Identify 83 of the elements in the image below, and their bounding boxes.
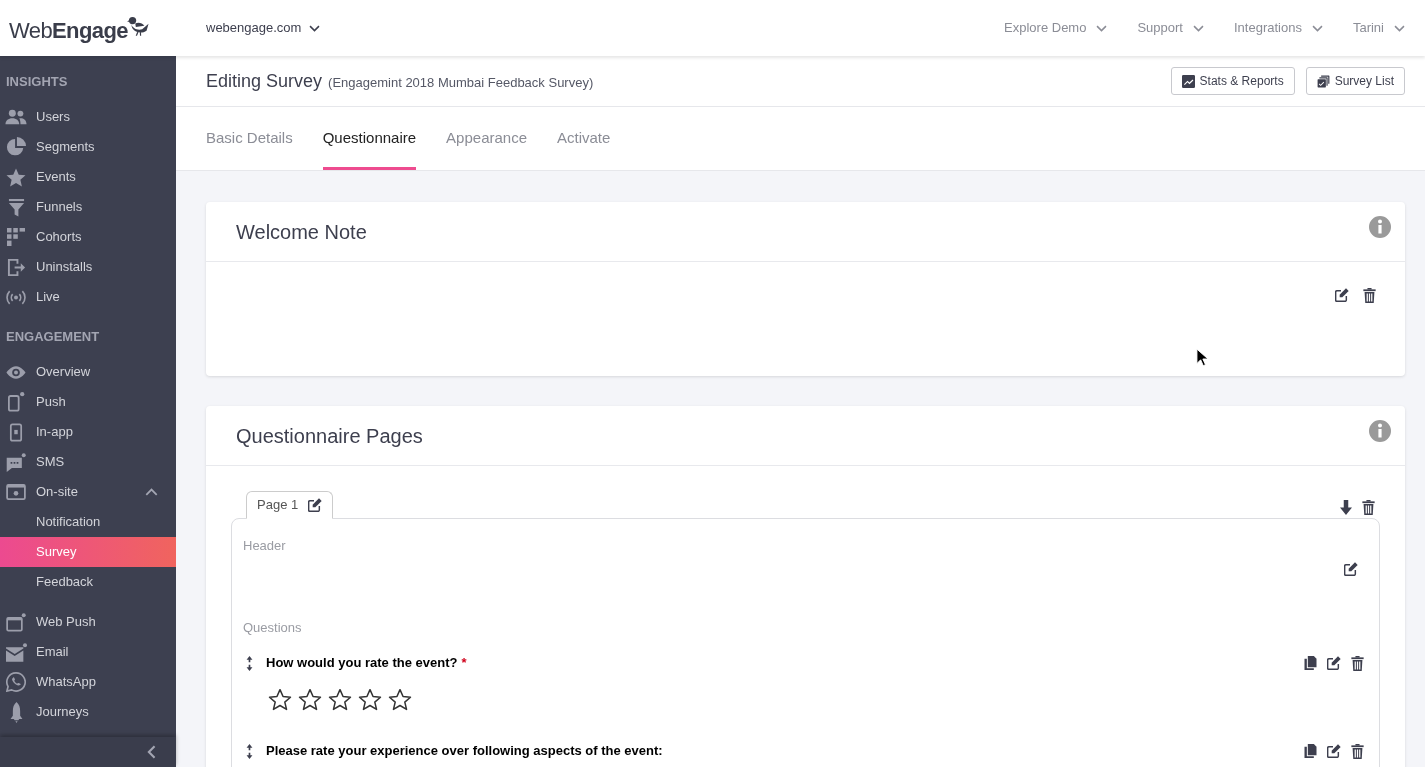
page-title: Editing Survey [206, 69, 323, 93]
chevron-down-icon [309, 24, 321, 32]
sidebar-item[interactable]: Segments [0, 132, 176, 162]
users-icon [5, 109, 27, 125]
star-icon[interactable] [298, 688, 322, 711]
section-label: Header [243, 538, 287, 554]
envelope-icon [5, 642, 27, 662]
star-icon[interactable] [268, 688, 292, 711]
door-arrow-icon [6, 257, 26, 277]
survey-name: (Engagemint 2018 Mumbai Feedback Survey) [328, 73, 594, 92]
step-tab[interactable]: Questionnaire [322, 107, 417, 170]
rocket-icon [9, 701, 23, 723]
funnel-icon [7, 197, 25, 217]
sidebar-item[interactable]: Uninstalls [0, 252, 176, 282]
sidebar-item[interactable]: SMS [0, 447, 176, 477]
card-title: Welcome Note [236, 219, 367, 245]
drag-handle-icon[interactable] [246, 655, 253, 671]
collapse-chevron-icon[interactable] [147, 745, 156, 759]
delete-icon[interactable] [1351, 743, 1364, 759]
browser-window-icon [6, 612, 26, 632]
star-icon[interactable] [388, 688, 412, 711]
delete-icon[interactable] [1363, 288, 1376, 303]
question-text: How would you rate the event? [266, 655, 458, 671]
sidebar-item[interactable]: Push [0, 387, 176, 417]
sidebar-item[interactable]: Events [0, 162, 176, 192]
edit-icon[interactable] [308, 498, 323, 512]
delete-icon[interactable] [1351, 655, 1364, 671]
broadcast-icon [6, 289, 26, 305]
sidebar-item[interactable]: Live [0, 282, 176, 312]
account-dropdown[interactable]: webengage.com [206, 18, 321, 38]
card-title: Questionnaire Pages [236, 423, 423, 449]
sidebar-item[interactable]: Users [0, 102, 176, 132]
pie-chart-icon [6, 137, 26, 157]
edit-icon[interactable] [1327, 655, 1341, 670]
question-text: Please rate your experience over following aspects of the event: [266, 743, 663, 759]
edit-icon[interactable] [1327, 743, 1341, 758]
chevron-down-icon [1311, 24, 1323, 32]
star-rating[interactable] [268, 688, 412, 711]
header-button[interactable]: Stats & Reports [1170, 67, 1295, 95]
window-icon [6, 484, 26, 500]
down-arrow-icon[interactable] [1340, 500, 1352, 515]
chevron-down-icon [1394, 24, 1405, 32]
drag-handle-icon[interactable] [246, 743, 253, 759]
chat-bubble-icon [6, 452, 26, 472]
star-icon[interactable] [328, 688, 352, 711]
sidebar-item[interactable]: Journeys [0, 697, 176, 727]
info-icon[interactable] [1369, 420, 1391, 442]
page-tab[interactable]: Page 1 [246, 491, 334, 519]
chart-icon [1181, 74, 1195, 88]
chevron-down-icon [1096, 24, 1108, 32]
sidebar-item[interactable]: Funnels [0, 192, 176, 222]
bird-icon [126, 16, 149, 36]
phone-icon [7, 392, 25, 412]
star-icon[interactable] [358, 688, 382, 711]
grid-icon [7, 228, 25, 246]
sidebar-item[interactable]: Overview [0, 357, 176, 387]
eye-icon [6, 365, 26, 379]
section-label: Questions [243, 620, 303, 636]
edit-icon[interactable] [1335, 288, 1349, 302]
header-button[interactable]: Survey List [1305, 67, 1405, 95]
chat-phone-icon [6, 672, 26, 692]
phone-icon [9, 422, 23, 442]
edit-icon[interactable] [1344, 562, 1358, 576]
copy-icon[interactable] [1304, 655, 1317, 670]
copy-icon[interactable] [1304, 743, 1317, 758]
chevron-down-icon [1193, 24, 1204, 32]
sidebar-item[interactable]: Cohorts [0, 222, 176, 252]
info-icon[interactable] [1369, 216, 1391, 238]
sidebar-item[interactable]: Web Push [0, 607, 176, 637]
sidebar-item[interactable]: In-app [0, 417, 176, 447]
required-mark: * [461, 655, 467, 671]
sidebar-subitem[interactable]: Feedback [0, 567, 176, 597]
sidebar-item[interactable]: Email [0, 637, 176, 667]
delete-icon[interactable] [1362, 500, 1375, 515]
sidebar-section-title: INSIGHTS [5, 73, 69, 91]
logo-text: WebEngage [9, 17, 128, 45]
sidebar-subitem[interactable]: Notification [0, 507, 176, 537]
star-icon [6, 167, 26, 187]
stacked-list-icon [1316, 74, 1330, 88]
sidebar-item[interactable]: On-site [0, 477, 176, 507]
sidebar-section-title: ENGAGEMENT [5, 328, 101, 346]
sidebar-item[interactable]: WhatsApp [0, 667, 176, 697]
mouse-cursor-icon [1196, 348, 1209, 367]
